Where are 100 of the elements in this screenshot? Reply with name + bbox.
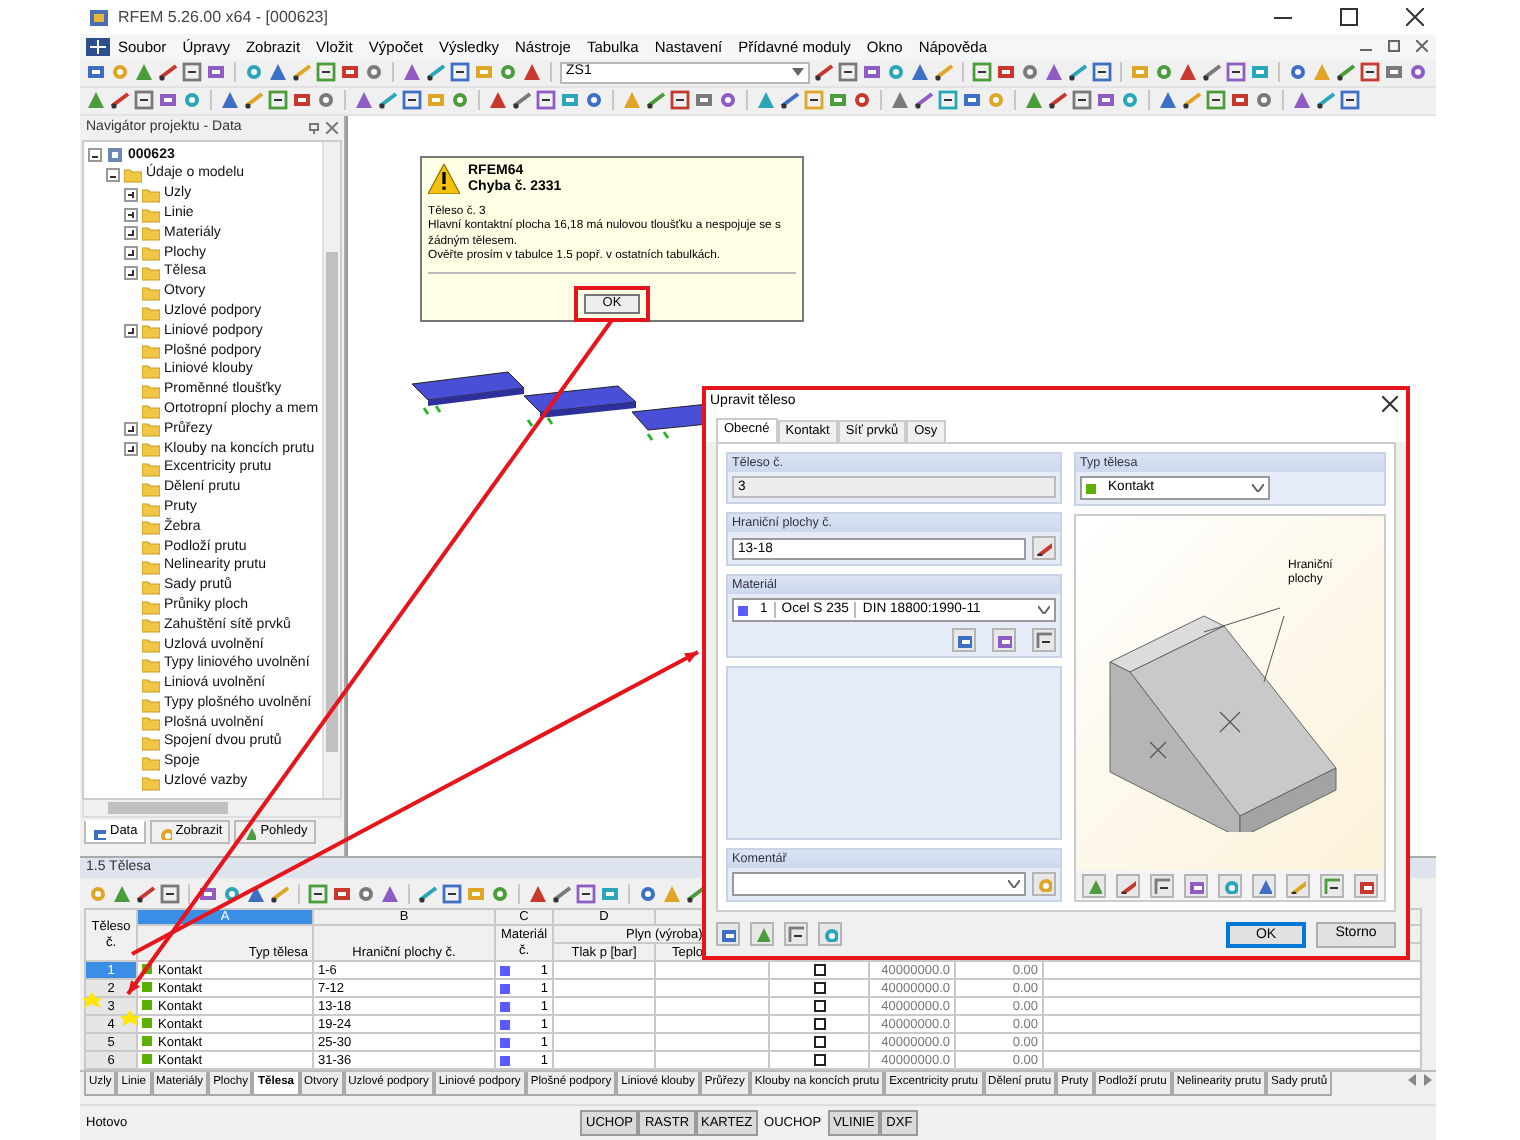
toolbar-icon[interactable] (86, 62, 106, 83)
toolbar-icon[interactable] (934, 62, 954, 83)
expand-toggle[interactable] (88, 148, 102, 163)
toolbar-icon[interactable] (814, 62, 834, 83)
toolbar-icon[interactable] (938, 90, 958, 111)
toolbar-icon[interactable] (576, 883, 596, 904)
toolbar-icon[interactable] (638, 883, 658, 904)
library-button[interactable] (952, 628, 976, 652)
scroll-right-icon[interactable] (1420, 1072, 1436, 1089)
toolbar-icon[interactable] (1288, 62, 1308, 83)
checkbox[interactable] (813, 981, 825, 994)
close-icon[interactable] (1382, 395, 1398, 411)
toolbar-icon[interactable] (136, 883, 156, 904)
toolbar-icon[interactable] (718, 90, 738, 111)
checkbox[interactable] (813, 1035, 825, 1048)
toolbar-icon[interactable] (1230, 90, 1250, 111)
scrollbar[interactable] (82, 800, 342, 819)
toolbar-icon[interactable] (1226, 62, 1246, 83)
toolbar-icon[interactable] (316, 62, 336, 83)
toolbar-icon[interactable] (852, 90, 872, 111)
toolbar-icon[interactable] (158, 62, 178, 83)
toolbar-icon[interactable] (1072, 90, 1092, 111)
expand-toggle[interactable] (124, 422, 138, 437)
toolbar-icon[interactable] (646, 90, 666, 111)
toolbar-icon[interactable] (110, 90, 130, 111)
view-button[interactable] (1116, 873, 1140, 897)
app-logo-icon[interactable] (86, 37, 110, 56)
toolbar-icon[interactable] (584, 90, 604, 111)
toolbar-icon[interactable] (1202, 62, 1222, 83)
toolbar-icon[interactable] (1206, 90, 1226, 111)
toolbar-icon[interactable] (1048, 90, 1068, 111)
toolbar-icon[interactable] (1182, 90, 1202, 111)
toolbar-icon[interactable] (378, 90, 398, 111)
toolbar-icon[interactable] (270, 883, 290, 904)
close-icon[interactable] (1406, 7, 1424, 26)
restore-icon[interactable] (1388, 40, 1400, 53)
checkbox[interactable] (813, 1053, 825, 1066)
expand-toggle[interactable] (124, 226, 138, 241)
scrollbar[interactable] (322, 141, 340, 799)
toolbar-icon[interactable] (450, 62, 470, 83)
toolbar-icon[interactable] (308, 883, 328, 904)
toolbar-icon[interactable] (552, 883, 572, 904)
view-button[interactable] (1354, 873, 1378, 897)
toolbar-icon[interactable] (292, 62, 312, 83)
toolbar-icon[interactable] (160, 883, 180, 904)
expand-toggle[interactable] (124, 266, 138, 281)
expand-toggle[interactable] (124, 442, 138, 457)
new-button[interactable] (992, 628, 1016, 652)
toolbar-icon[interactable] (686, 883, 706, 904)
color-swatch (500, 983, 510, 994)
toolbar-icon[interactable] (182, 62, 202, 83)
toolbar-icon[interactable] (268, 90, 288, 111)
toolbar-icon[interactable] (1340, 90, 1360, 111)
pick-button[interactable] (1032, 536, 1056, 560)
toolbar-icon[interactable] (670, 90, 690, 111)
comment-select[interactable] (732, 872, 1026, 896)
checkbox[interactable] (813, 999, 825, 1012)
view-button[interactable] (1320, 873, 1344, 897)
pin-icon[interactable] (308, 121, 320, 134)
toolbar-icon[interactable] (914, 90, 934, 111)
toolbar-icon[interactable] (244, 90, 264, 111)
tool-button[interactable] (716, 922, 740, 946)
scroll-left-icon[interactable] (1404, 1072, 1420, 1089)
toolbar-icon[interactable] (426, 62, 446, 83)
toolbar-icon[interactable] (158, 90, 178, 111)
tool-button[interactable] (784, 922, 808, 946)
toolbar-icon[interactable] (134, 90, 154, 111)
toolbar-icon[interactable] (838, 62, 858, 83)
toolbar-icon[interactable] (780, 90, 800, 111)
toolbar-icon[interactable] (1068, 62, 1088, 83)
toolbar-icon[interactable] (1316, 90, 1336, 111)
toolbar-icon[interactable] (862, 62, 882, 83)
checkbox[interactable] (813, 1017, 825, 1030)
maximize-icon[interactable] (1340, 7, 1358, 26)
toolbar-icon[interactable] (1360, 62, 1380, 83)
toolbar-icon[interactable] (332, 883, 352, 904)
toolbar-icon[interactable] (1336, 62, 1356, 83)
toolbar-icon[interactable] (402, 90, 422, 111)
toolbar-icon[interactable] (972, 62, 992, 83)
toolbar-icon[interactable] (1408, 62, 1428, 83)
expand-toggle[interactable] (106, 168, 120, 183)
toolbar-icon[interactable] (962, 90, 982, 111)
toolbar-icon[interactable] (292, 90, 312, 111)
toolbar-icon[interactable] (206, 62, 226, 83)
toolbar-icon[interactable] (996, 62, 1016, 83)
toolbar-icon[interactable] (1096, 90, 1116, 111)
edit-button[interactable] (1032, 628, 1056, 652)
expand-toggle[interactable] (124, 207, 138, 222)
expand-toggle[interactable] (124, 246, 138, 261)
expand-toggle[interactable] (124, 324, 138, 339)
toolbar-icon[interactable] (1092, 62, 1112, 83)
toolbar-icon[interactable] (418, 883, 438, 904)
toolbar-icon[interactable] (804, 90, 824, 111)
expand-toggle[interactable] (124, 187, 138, 202)
checkbox[interactable] (813, 963, 825, 976)
toolbar-icon[interactable] (442, 883, 462, 904)
toolbar-icon[interactable] (536, 90, 556, 111)
view-button[interactable] (1150, 873, 1174, 897)
toolbar-icon[interactable] (340, 62, 360, 83)
toolbar-icon[interactable] (512, 90, 532, 111)
